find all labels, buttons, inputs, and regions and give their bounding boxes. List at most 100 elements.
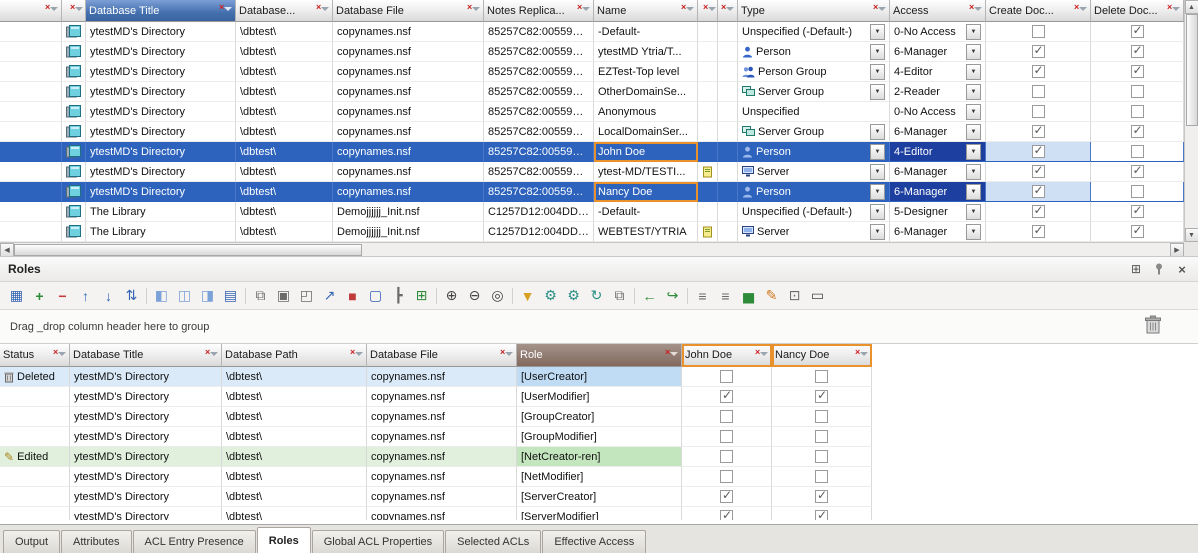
db-path-cell[interactable]: \dbtest\ (236, 122, 333, 142)
user1-role-cell[interactable] (682, 407, 772, 427)
table-edit-icon[interactable]: ✎ (760, 285, 783, 307)
type-dropdown-button[interactable] (870, 64, 885, 80)
db-file-cell[interactable]: copynames.nsf (333, 82, 484, 102)
type-dropdown-button[interactable] (870, 124, 885, 140)
create-doc-checkbox[interactable] (1032, 105, 1045, 118)
role-checkbox[interactable] (720, 390, 733, 403)
type-dropdown-button[interactable] (870, 84, 885, 100)
replica-cell[interactable]: C1257D12:004DD7... (484, 202, 594, 222)
delete-doc-cell[interactable] (1091, 122, 1184, 142)
delete-doc-checkbox[interactable] (1131, 165, 1144, 178)
db-title-cell[interactable]: ytestMD's Directory (70, 447, 222, 467)
settings-alt-gear-icon[interactable]: ⚙ (562, 285, 585, 307)
db-title-cell[interactable]: ytestMD's Directory (86, 142, 236, 162)
reorder-icon[interactable]: ⇅ (120, 285, 143, 307)
type-dropdown-button[interactable] (870, 44, 885, 60)
panel-pin-icon[interactable] (1151, 262, 1167, 277)
db-title-cell[interactable]: ytestMD's Directory (70, 467, 222, 487)
role-checkbox[interactable] (720, 370, 733, 383)
flag-cell[interactable] (698, 22, 718, 42)
filter-icon[interactable] (350, 350, 363, 361)
filter-icon[interactable] (53, 350, 66, 361)
db-icon-cell[interactable] (62, 82, 86, 102)
flag-cell[interactable] (698, 82, 718, 102)
column-header-role[interactable]: Role (517, 344, 682, 367)
row-status-cell[interactable] (0, 122, 62, 142)
columns-right-icon[interactable]: ◨ (196, 285, 219, 307)
role-cell[interactable]: [NetModifier] (517, 467, 682, 487)
db-path-cell[interactable]: \dbtest\ (236, 142, 333, 162)
remove-icon[interactable]: − (51, 285, 74, 307)
db-title-cell[interactable]: ytestMD's Directory (70, 427, 222, 447)
db-title-cell[interactable]: ytestMD's Directory (70, 487, 222, 507)
db-file-cell[interactable]: copynames.nsf (367, 387, 517, 407)
access-dropdown-button[interactable] (966, 144, 981, 160)
refresh-icon[interactable]: ↻ (585, 285, 608, 307)
name-cell[interactable]: Nancy Doe (594, 182, 698, 202)
db-file-cell[interactable]: copynames.nsf (333, 42, 484, 62)
db-path-cell[interactable]: \dbtest\ (222, 407, 367, 427)
access-dropdown-button[interactable] (966, 164, 981, 180)
row-list-icon[interactable]: ▤ (219, 285, 242, 307)
db-icon-cell[interactable] (62, 142, 86, 162)
create-doc-checkbox[interactable] (1032, 45, 1045, 58)
group-by-bar[interactable]: Drag _drop column header here to group (0, 310, 1198, 344)
user2-role-cell[interactable] (772, 447, 872, 467)
role-cell[interactable]: [UserCreator] (517, 367, 682, 387)
type-dropdown-button[interactable] (870, 184, 885, 200)
create-doc-checkbox[interactable] (1032, 65, 1045, 78)
column-header-database-title[interactable]: Database Title (70, 344, 222, 367)
role-checkbox[interactable] (815, 490, 828, 503)
role-checkbox[interactable] (815, 390, 828, 403)
filter-icon[interactable] (721, 5, 734, 16)
type-cell[interactable]: Unspecified (738, 102, 890, 122)
delete-doc-checkbox[interactable] (1131, 105, 1144, 118)
db-title-cell[interactable]: ytestMD's Directory (86, 182, 236, 202)
flag-cell[interactable] (698, 142, 718, 162)
access-cell[interactable]: 6-Manager (890, 122, 986, 142)
vertical-scrollbar-thumb[interactable] (1186, 14, 1198, 126)
name-cell[interactable]: OtherDomainSe... (594, 82, 698, 102)
delete-doc-cell[interactable] (1091, 162, 1184, 182)
type-cell[interactable]: Server Group (738, 82, 890, 102)
delete-doc-checkbox[interactable] (1131, 205, 1144, 218)
role-checkbox[interactable] (720, 490, 733, 503)
role-cell[interactable]: [GroupCreator] (517, 407, 682, 427)
delete-doc-checkbox[interactable] (1131, 25, 1144, 38)
db-path-cell[interactable]: \dbtest\ (236, 42, 333, 62)
column-header-create-doc[interactable]: Create Doc... (986, 0, 1091, 22)
create-doc-cell[interactable] (986, 102, 1091, 122)
delete-doc-cell[interactable] (1091, 202, 1184, 222)
db-path-cell[interactable]: \dbtest\ (222, 367, 367, 387)
recycle-bin-icon[interactable] (1144, 315, 1162, 338)
filter-icon[interactable] (1167, 5, 1180, 16)
delete-doc-cell[interactable] (1091, 42, 1184, 62)
db-path-cell[interactable]: \dbtest\ (236, 162, 333, 182)
tab-effective-access[interactable]: Effective Access (542, 530, 646, 553)
name-cell[interactable]: LocalDomainSer... (594, 122, 698, 142)
filter-icon[interactable] (467, 5, 480, 16)
hierarchy-icon[interactable]: ┣ (387, 285, 410, 307)
row-status-cell[interactable] (0, 62, 62, 82)
role-cell[interactable]: [GroupModifier] (517, 427, 682, 447)
chart-icon[interactable]: ▅ (737, 285, 760, 307)
replica-cell[interactable]: C1257D12:004DD7... (484, 222, 594, 242)
export-icon[interactable]: ↗ (318, 285, 341, 307)
column-header-extra[interactable] (718, 0, 738, 22)
db-path-cell[interactable]: \dbtest\ (222, 487, 367, 507)
replica-cell[interactable]: 85257C82:00559616 (484, 162, 594, 182)
table-config-icon[interactable]: ⊡ (783, 285, 806, 307)
tab-global-acl-properties[interactable]: Global ACL Properties (312, 530, 444, 553)
tab-roles[interactable]: Roles (257, 527, 311, 553)
db-file-cell[interactable]: copynames.nsf (367, 447, 517, 467)
db-file-cell[interactable]: copynames.nsf (367, 507, 517, 520)
db-title-cell[interactable]: ytestMD's Directory (70, 367, 222, 387)
filter-icon[interactable] (681, 5, 694, 16)
db-file-cell[interactable]: copynames.nsf (367, 407, 517, 427)
row-status-cell[interactable] (0, 182, 62, 202)
column-header-row-status[interactable] (0, 0, 62, 22)
role-checkbox[interactable] (815, 430, 828, 443)
create-doc-cell[interactable] (986, 82, 1091, 102)
extra-cell[interactable] (718, 162, 738, 182)
columns-split-icon[interactable]: ◫ (173, 285, 196, 307)
